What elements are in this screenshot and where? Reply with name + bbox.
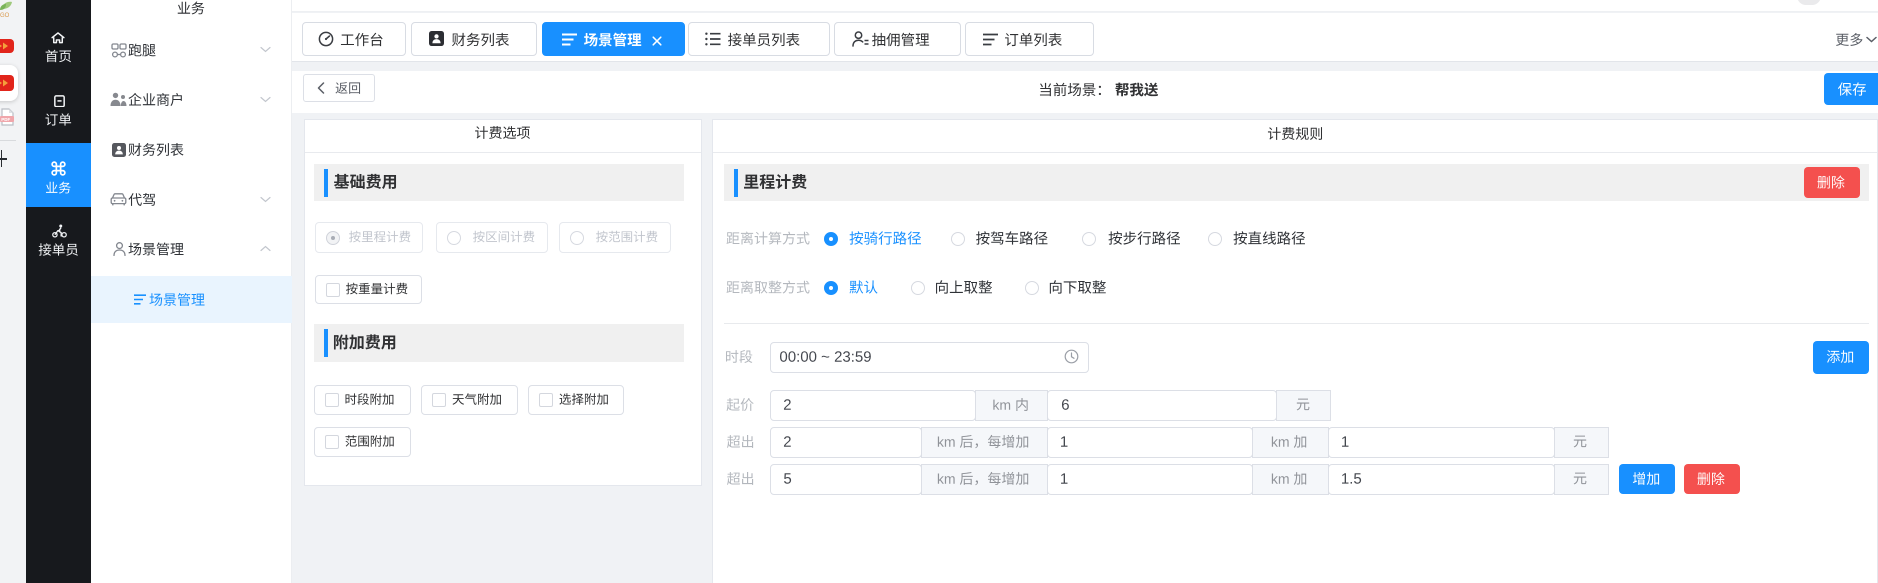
svg-text:PDF: PDF	[1, 117, 10, 122]
svg-text:GO: GO	[0, 13, 10, 19]
